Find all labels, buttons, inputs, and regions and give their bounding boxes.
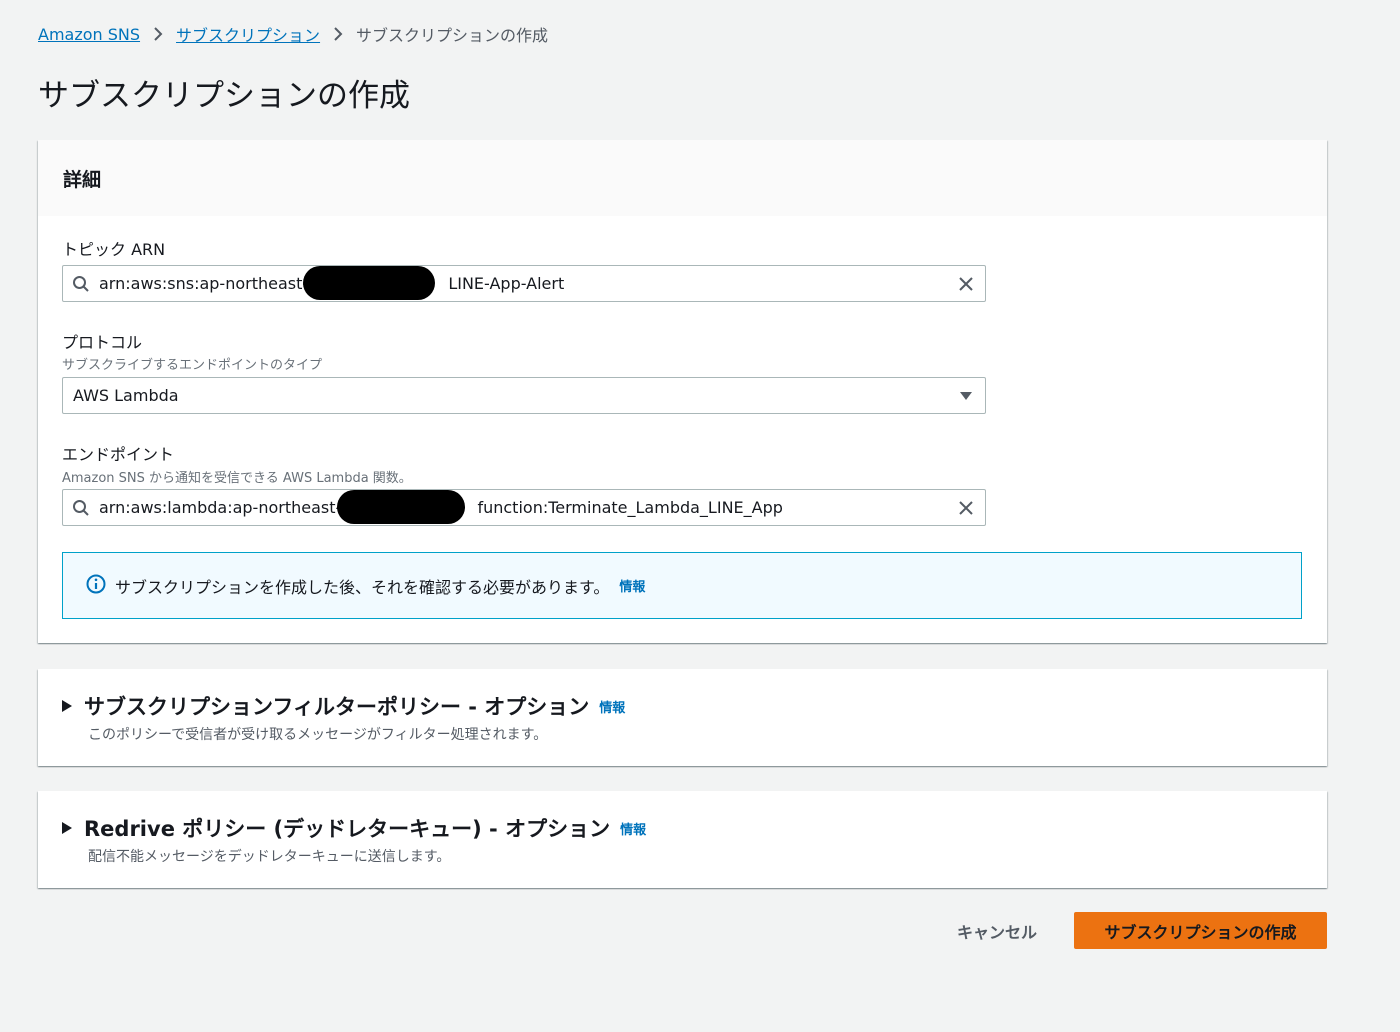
protocol-select[interactable]: AWS Lambda <box>62 377 986 414</box>
breadcrumb-amazon-sns[interactable]: Amazon SNS <box>38 25 140 44</box>
expand-triangle-icon <box>62 697 72 716</box>
redaction-mark <box>303 266 435 300</box>
search-icon <box>63 275 99 293</box>
breadcrumb-current: サブスクリプションの作成 <box>356 26 549 45</box>
info-alert: サブスクリプションを作成した後、それを確認する必要があります。 情報 <box>62 552 1302 619</box>
topic-arn-input[interactable]: arn:aws:sns:ap-northeast-1 LINE-App-Alert <box>62 265 986 302</box>
filter-policy-title: サブスクリプションフィルターポリシー - オプション <box>84 695 590 719</box>
filter-policy-info-link[interactable]: 情報 <box>599 697 625 716</box>
info-alert-link[interactable]: 情報 <box>619 576 645 595</box>
redrive-policy-header[interactable]: Redrive ポリシー (デッドレターキュー) - オプション 情報 <box>62 813 646 843</box>
page-title: サブスクリプションの作成 <box>38 78 410 114</box>
redrive-policy-info-link[interactable]: 情報 <box>620 819 646 838</box>
redrive-policy-panel[interactable]: Redrive ポリシー (デッドレターキュー) - オプション 情報 配信不能… <box>38 791 1327 888</box>
topic-arn-value: arn:aws:sns:ap-northeast-1 LINE-App-Alert <box>99 266 947 300</box>
endpoint-prefix: arn:aws:lambda:ap-northeast-1 <box>99 498 352 517</box>
redaction-mark <box>337 490 465 524</box>
clear-icon[interactable] <box>947 276 985 292</box>
details-panel: 詳細 トピック ARN arn:aws:sns:ap-northeast-1 LI… <box>38 140 1327 643</box>
topic-arn-prefix: arn:aws:sns:ap-northeast-1 <box>99 274 319 293</box>
protocol-description: サブスクライブするエンドポイントのタイプ <box>62 358 323 373</box>
endpoint-suffix: function:Terminate_Lambda_LINE_App <box>477 498 783 517</box>
details-header: 詳細 <box>63 168 102 191</box>
breadcrumb: Amazon SNS サブスクリプション サブスクリプションの作成 <box>38 22 548 46</box>
redrive-policy-title: Redrive ポリシー (デッドレターキュー) - オプション <box>84 817 611 841</box>
topic-arn-suffix: LINE-App-Alert <box>448 274 565 293</box>
info-alert-message: サブスクリプションを作成した後、それを確認する必要があります。 <box>115 577 610 597</box>
endpoint-input[interactable]: arn:aws:lambda:ap-northeast-1 function:Te… <box>62 489 986 526</box>
redrive-policy-description: 配信不能メッセージをデッドレターキューに送信します。 <box>88 849 451 865</box>
create-subscription-button[interactable]: サブスクリプションの作成 <box>1074 912 1327 949</box>
endpoint-value: arn:aws:lambda:ap-northeast-1 function:Te… <box>99 490 947 524</box>
caret-down-icon <box>947 391 985 400</box>
endpoint-label: エンドポイント <box>62 445 175 464</box>
details-panel-header: 詳細 <box>38 140 1327 216</box>
cancel-button[interactable]: キャンセル <box>940 912 1054 949</box>
filter-policy-header[interactable]: サブスクリプションフィルターポリシー - オプション 情報 <box>62 691 625 721</box>
topic-arn-label: トピック ARN <box>62 240 166 259</box>
endpoint-description: Amazon SNS から通知を受信できる AWS Lambda 関数。 <box>62 471 412 486</box>
expand-triangle-icon <box>62 819 72 838</box>
protocol-selected: AWS Lambda <box>73 386 179 405</box>
search-icon <box>63 499 99 517</box>
breadcrumb-subscriptions[interactable]: サブスクリプション <box>176 22 320 46</box>
chevron-right-icon <box>333 26 343 42</box>
clear-icon[interactable] <box>947 500 985 516</box>
info-icon <box>86 574 106 598</box>
filter-policy-panel[interactable]: サブスクリプションフィルターポリシー - オプション 情報 このポリシーで受信者… <box>38 669 1327 766</box>
filter-policy-description: このポリシーで受信者が受け取るメッセージがフィルター処理されます。 <box>88 727 548 743</box>
chevron-right-icon <box>153 26 163 42</box>
protocol-label: プロトコル <box>62 333 143 352</box>
